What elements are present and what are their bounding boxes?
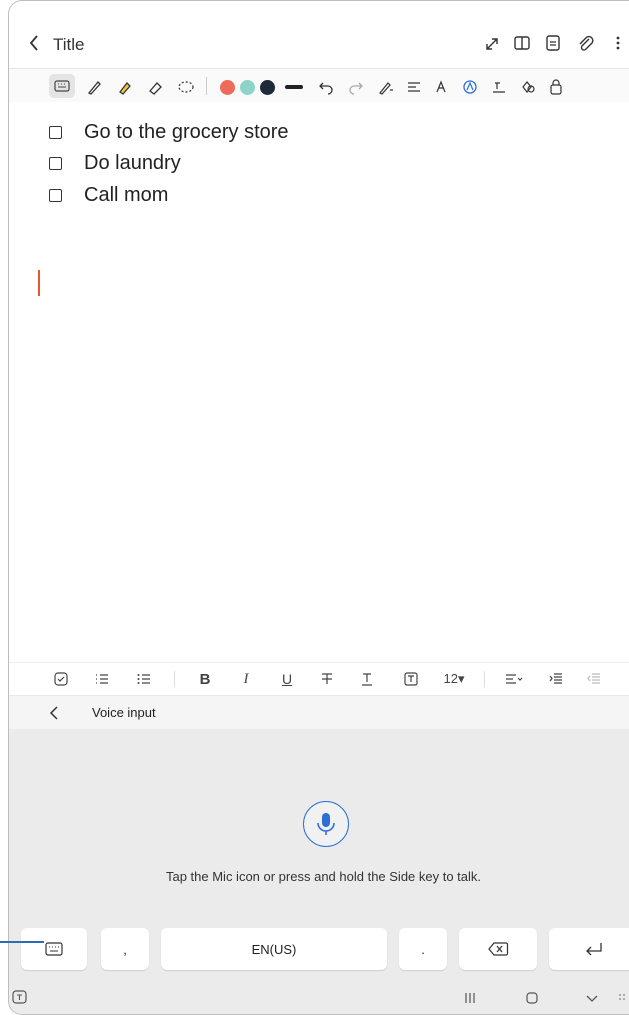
divider	[206, 77, 207, 95]
checklist-item[interactable]: Do laundry	[49, 148, 181, 178]
voice-input-panel: Tap the Mic icon or press and hold the S…	[9, 729, 629, 921]
eraser-icon[interactable]	[146, 78, 164, 96]
checklist-item[interactable]: Go to the grocery store	[49, 117, 289, 147]
title-bar	[9, 23, 629, 67]
lock-icon[interactable]	[547, 78, 565, 96]
checklist-item[interactable]: Call mom	[49, 180, 168, 210]
line-style-icon[interactable]	[285, 85, 303, 89]
voice-input-header: Voice input	[9, 695, 629, 730]
text-bg-icon[interactable]	[401, 669, 421, 689]
system-navbar	[9, 981, 629, 1014]
format-toolbar: B I U 12▾	[9, 662, 629, 695]
comma-key[interactable]: ,	[101, 928, 149, 970]
italic-button[interactable]: I	[236, 669, 256, 689]
note-title[interactable]: Title	[53, 35, 85, 55]
backspace-icon	[488, 942, 509, 956]
home-icon[interactable]	[523, 990, 541, 1006]
period-key[interactable]: .	[399, 928, 447, 970]
text-color-icon[interactable]	[357, 669, 377, 689]
keyboard-icon	[45, 942, 63, 956]
text-align-icon[interactable]	[405, 78, 423, 96]
align-icon[interactable]	[501, 669, 527, 689]
keyboard-mode-button[interactable]	[49, 74, 75, 98]
enter-key[interactable]	[549, 928, 629, 970]
divider	[174, 671, 175, 687]
text-effect-icon[interactable]	[461, 78, 479, 96]
checklist-item-text: Call mom	[84, 183, 169, 206]
book-icon[interactable]	[511, 31, 533, 55]
color-swatch-teal[interactable]	[240, 80, 255, 95]
undo-icon[interactable]	[317, 78, 335, 96]
expand-icon[interactable]	[481, 31, 503, 55]
numbered-list-icon[interactable]	[92, 669, 112, 689]
divider	[484, 671, 485, 687]
text-box-icon[interactable]	[490, 78, 508, 96]
strikethrough-icon[interactable]	[317, 669, 337, 689]
keyboard-bottom-row: , EN(US) .	[9, 921, 629, 981]
recents-icon[interactable]	[461, 990, 479, 1006]
underline-button[interactable]: U	[277, 669, 297, 689]
text-cursor	[38, 270, 40, 296]
enter-icon	[586, 943, 602, 956]
text-size-icon[interactable]	[433, 78, 451, 96]
lasso-icon[interactable]	[177, 78, 195, 96]
pen-icon[interactable]	[86, 78, 104, 96]
callout-line	[0, 941, 44, 943]
checkbox[interactable]	[49, 125, 62, 139]
checkbox[interactable]	[49, 188, 62, 202]
mic-button[interactable]	[303, 801, 349, 847]
voice-hint: Tap the Mic icon or press and hold the S…	[165, 869, 482, 884]
space-key[interactable]: EN(US)	[161, 928, 387, 970]
highlighter-icon[interactable]	[116, 78, 134, 96]
color-swatch-red[interactable]	[220, 80, 235, 95]
more-icon[interactable]	[607, 31, 629, 55]
attach-icon[interactable]	[574, 31, 596, 55]
keyboard-switch-key[interactable]	[21, 928, 87, 970]
redo-icon[interactable]	[347, 78, 365, 96]
color-swatch-navy[interactable]	[260, 80, 275, 95]
tablet-screen: Title Go to the grocery store Do laundry…	[8, 0, 629, 1015]
backspace-key[interactable]	[459, 928, 537, 970]
voice-input-label: Voice input	[92, 705, 156, 720]
checklist-item-text: Do laundry	[84, 151, 181, 174]
grip-icon[interactable]	[617, 991, 627, 1005]
checklist-icon[interactable]	[51, 669, 71, 689]
outdent-icon[interactable]	[584, 669, 604, 689]
bold-button[interactable]: B	[195, 669, 215, 689]
pen-toolbar	[9, 68, 629, 104]
font-size-dropdown[interactable]: 12▾	[437, 669, 471, 689]
mic-icon	[317, 813, 335, 835]
checklist-item-text: Go to the grocery store	[84, 120, 289, 143]
shapes-icon[interactable]	[519, 78, 537, 96]
hide-keyboard-icon[interactable]	[583, 990, 601, 1006]
indent-icon[interactable]	[546, 669, 566, 689]
checkbox[interactable]	[49, 156, 62, 170]
note-body[interactable]: Go to the grocery store Do laundry Call …	[9, 102, 629, 662]
keyboard-toggle-icon[interactable]	[11, 989, 29, 1007]
pen-settings-icon[interactable]	[377, 78, 395, 96]
page-icon[interactable]	[542, 31, 564, 55]
voice-back-icon[interactable]	[45, 702, 65, 724]
bullet-list-icon[interactable]	[134, 669, 154, 689]
back-icon[interactable]	[25, 31, 45, 55]
